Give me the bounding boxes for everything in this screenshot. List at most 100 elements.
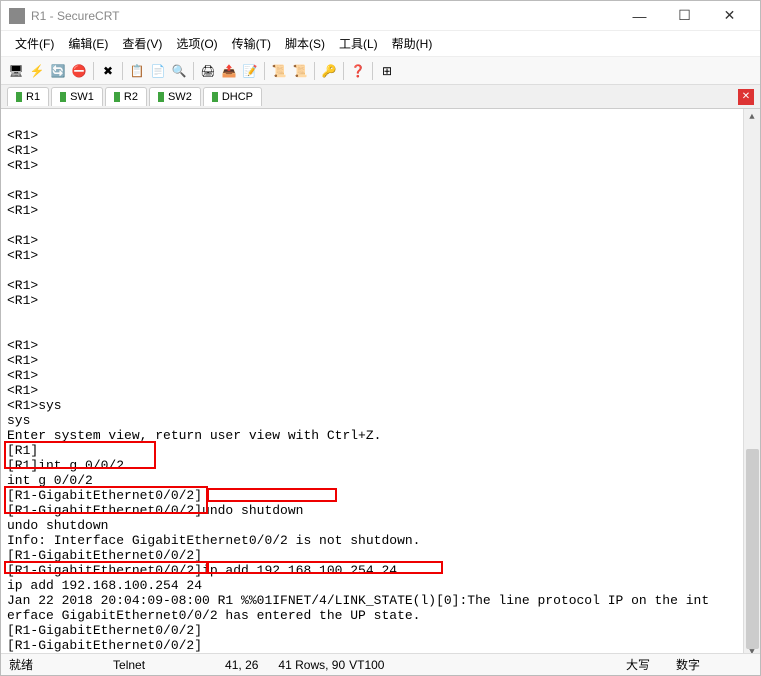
terminal-line: [R1] xyxy=(7,443,754,458)
toolbar-separator xyxy=(93,62,94,80)
terminal-line xyxy=(7,308,754,323)
scroll-thumb[interactable] xyxy=(746,449,759,649)
menu-transfer[interactable]: 传输(T) xyxy=(226,33,277,54)
terminal-line: <R1> xyxy=(7,188,754,203)
toolbar-disconnect-icon[interactable]: ⛔ xyxy=(70,62,88,80)
terminal-line xyxy=(7,263,754,278)
menu-help[interactable]: 帮助(H) xyxy=(386,33,439,54)
menu-tools[interactable]: 工具(L) xyxy=(333,33,384,54)
terminal-line: [R1-GigabitEthernet0/0/2] xyxy=(7,623,754,638)
toolbar-key-icon[interactable]: 🔑 xyxy=(320,62,338,80)
tab-label: R2 xyxy=(124,91,138,103)
tab-label: SW2 xyxy=(168,91,192,103)
terminal-line: <R1> xyxy=(7,233,754,248)
scrollbar[interactable]: ▲ ▼ xyxy=(743,109,760,661)
tab-r2[interactable]: R2 xyxy=(105,87,147,106)
status-rows: 41 Rows, 90 xyxy=(278,658,345,672)
terminal-line: <R1> xyxy=(7,128,754,143)
tab-status-icon xyxy=(158,92,164,102)
toolbar-options-icon[interactable]: ⊞ xyxy=(378,62,396,80)
terminal-line: <R1> xyxy=(7,278,754,293)
terminal-line: ip add 192.168.100.254 24 xyxy=(7,578,754,593)
terminal-line: <R1> xyxy=(7,293,754,308)
terminal-line: <R1> xyxy=(7,248,754,263)
terminal-line: Enter system view, return user view with… xyxy=(7,428,754,443)
terminal-area[interactable]: <R1><R1><R1> <R1><R1> <R1><R1> <R1><R1> … xyxy=(1,109,760,661)
terminal-line: [R1]int g 0/0/2 xyxy=(7,458,754,473)
terminal-line: sys xyxy=(7,413,754,428)
terminal-line: [R1-GigabitEthernet0/0/2] xyxy=(7,548,754,563)
toolbar-connect-icon[interactable]: 🖥 xyxy=(7,62,25,80)
terminal-line xyxy=(7,173,754,188)
terminal-line: [R1-GigabitEthernet0/0/2]ip add 192.168.… xyxy=(7,563,754,578)
tab-r1[interactable]: R1 xyxy=(7,87,49,106)
terminal-line: int g 0/0/2 xyxy=(7,473,754,488)
terminal-line: Info: Interface GigabitEthernet0/0/2 is … xyxy=(7,533,754,548)
terminal-line xyxy=(7,113,754,128)
toolbar-copy-icon[interactable]: 📋 xyxy=(128,62,146,80)
status-ready: 就绪 xyxy=(9,656,33,673)
tab-status-icon xyxy=(114,92,120,102)
toolbar-print-icon[interactable]: 🖨 xyxy=(199,62,217,80)
terminal-line xyxy=(7,218,754,233)
terminal-line: <R1> xyxy=(7,203,754,218)
toolbar-separator xyxy=(343,62,344,80)
tab-label: DHCP xyxy=(222,91,253,103)
status-cursor-pos: 41, 26 xyxy=(225,658,258,672)
toolbar-separator xyxy=(122,62,123,80)
toolbar-quickconnect-icon[interactable]: ⚡ xyxy=(28,62,46,80)
menu-options[interactable]: 选项(O) xyxy=(170,33,223,54)
toolbar-reconnect-icon[interactable]: 🔄 xyxy=(49,62,67,80)
terminal-line: <R1> xyxy=(7,143,754,158)
toolbar-script2-icon[interactable]: 📜 xyxy=(291,62,309,80)
tab-status-icon xyxy=(60,92,66,102)
window-title: R1 - SecureCRT xyxy=(31,9,617,23)
toolbar-separator xyxy=(314,62,315,80)
toolbar-new-icon[interactable]: 📝 xyxy=(241,62,259,80)
menu-view[interactable]: 查看(V) xyxy=(116,33,168,54)
minimize-button[interactable]: — xyxy=(617,1,662,31)
toolbar-script1-icon[interactable]: 📜 xyxy=(270,62,288,80)
menu-script[interactable]: 脚本(S) xyxy=(279,33,331,54)
toolbar-help-icon[interactable]: ❓ xyxy=(349,62,367,80)
toolbar-separator xyxy=(193,62,194,80)
tab-status-icon xyxy=(16,92,22,102)
terminal-line: <R1>sys xyxy=(7,398,754,413)
status-term-type: VT100 xyxy=(349,658,384,672)
menu-file[interactable]: 文件(F) xyxy=(9,33,60,54)
tab-label: R1 xyxy=(26,91,40,103)
status-num: 数字 xyxy=(676,656,700,673)
toolbar-cancel-icon[interactable]: ✖ xyxy=(99,62,117,80)
toolbar-separator xyxy=(264,62,265,80)
close-button[interactable]: ✕ xyxy=(707,1,752,31)
toolbar-send-icon[interactable]: 📤 xyxy=(220,62,238,80)
toolbar-paste-icon[interactable]: 📄 xyxy=(149,62,167,80)
status-protocol: Telnet xyxy=(113,658,145,672)
tab-dhcp[interactable]: DHCP xyxy=(203,87,262,106)
terminal-line: erface GigabitEthernet0/0/2 has entered … xyxy=(7,608,754,623)
status-caps: 大写 xyxy=(626,656,650,673)
toolbar: 🖥 ⚡ 🔄 ⛔ ✖ 📋 📄 🔍 🖨 📤 📝 📜 📜 🔑 ❓ ⊞ xyxy=(1,57,760,85)
terminal-line: Jan 22 2018 20:04:09-08:00 R1 %%01IFNET/… xyxy=(7,593,754,608)
titlebar: R1 - SecureCRT — ☐ ✕ xyxy=(1,1,760,31)
terminal-line: <R1> xyxy=(7,353,754,368)
tab-status-icon xyxy=(212,92,218,102)
tab-sw1[interactable]: SW1 xyxy=(51,87,103,106)
tab-close-icon[interactable]: ✕ xyxy=(738,89,754,105)
toolbar-separator xyxy=(372,62,373,80)
tab-label: SW1 xyxy=(70,91,94,103)
terminal-line: <R1> xyxy=(7,158,754,173)
app-icon xyxy=(9,8,25,24)
terminal-line xyxy=(7,323,754,338)
scroll-up-icon[interactable]: ▲ xyxy=(744,109,760,126)
tab-sw2[interactable]: SW2 xyxy=(149,87,201,106)
terminal-line: <R1> xyxy=(7,368,754,383)
status-bar: 就绪 Telnet 41, 26 41 Rows, 90 VT100 大写 数字 xyxy=(1,653,760,675)
menubar: 文件(F) 编辑(E) 查看(V) 选项(O) 传输(T) 脚本(S) 工具(L… xyxy=(1,31,760,57)
maximize-button[interactable]: ☐ xyxy=(662,1,707,31)
terminal-line: [R1-GigabitEthernet0/0/2]undo shutdown xyxy=(7,503,754,518)
terminal-line: <R1> xyxy=(7,383,754,398)
toolbar-find-icon[interactable]: 🔍 xyxy=(170,62,188,80)
menu-edit[interactable]: 编辑(E) xyxy=(62,33,114,54)
terminal-line: <R1> xyxy=(7,338,754,353)
